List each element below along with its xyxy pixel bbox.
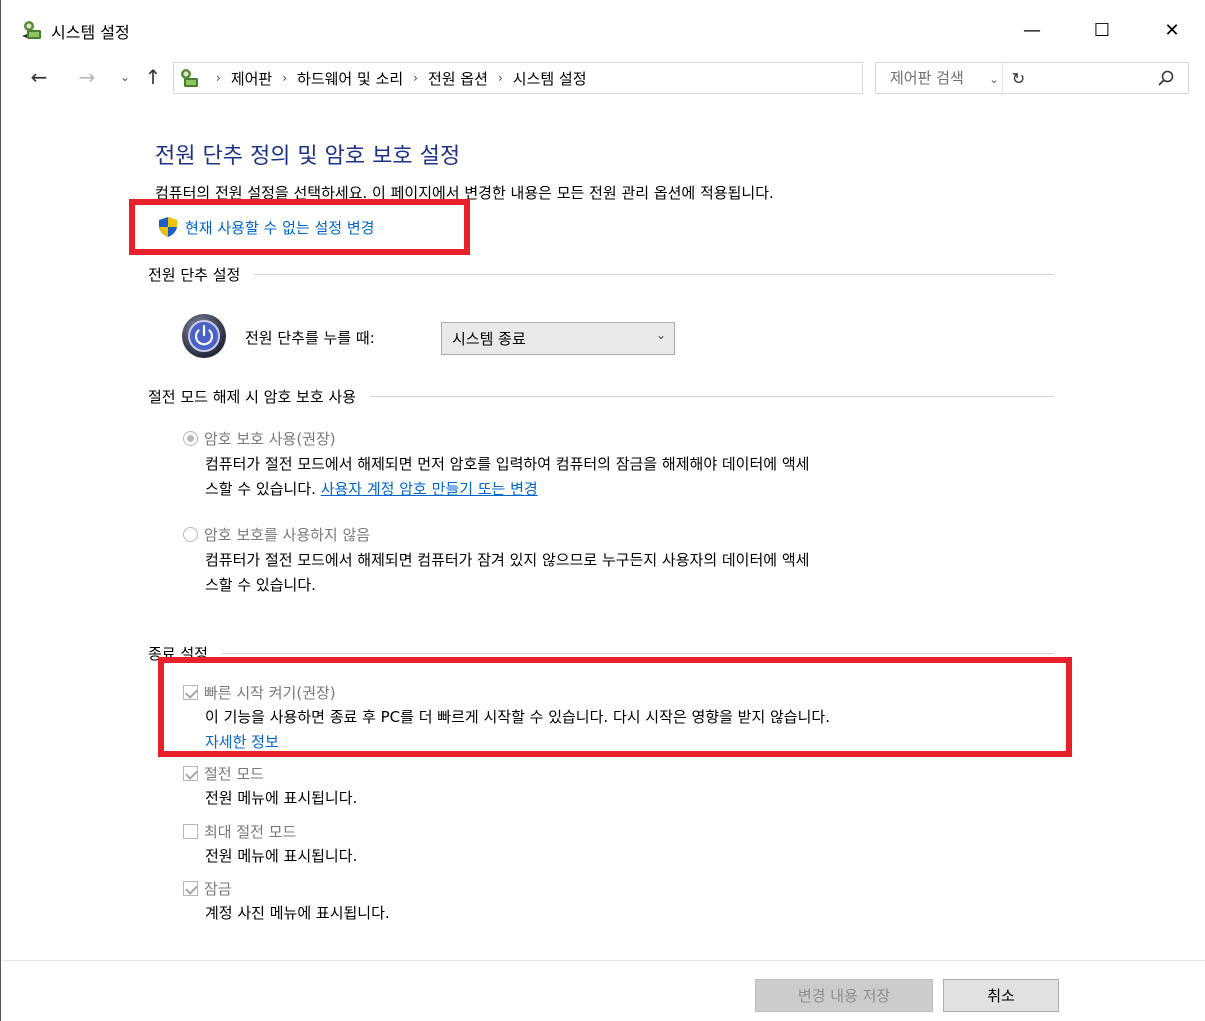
checkbox-label: 절전 모드 (204, 765, 264, 783)
power-button-action-select[interactable]: 시스템 종료 ⌄ (441, 322, 675, 355)
sleep-description: 전원 메뉴에 표시됩니다. (205, 789, 358, 807)
create-password-link[interactable]: 사용자 계정 암호 만들기 또는 변경 (321, 480, 538, 498)
breadcrumb-separator-icon[interactable]: › (498, 71, 503, 85)
section-divider (254, 274, 1054, 275)
radio-selected-icon[interactable] (183, 431, 198, 446)
no-password-description: 컴퓨터가 절전 모드에서 해제되면 컴퓨터가 잠겨 있지 않으므로 누구든지 사… (205, 548, 809, 598)
breadcrumb-power-options[interactable]: 전원 옵션 (428, 68, 488, 89)
lock-checkbox[interactable]: 잠금 (183, 878, 232, 899)
checkbox-checked-icon[interactable] (183, 881, 198, 896)
breadcrumb-control-panel[interactable]: 제어판 (231, 68, 272, 89)
checkbox-label: 잠금 (204, 880, 232, 898)
power-button-section-header: 전원 단추 설정 (148, 264, 1054, 285)
checkbox-checked-icon[interactable] (183, 766, 198, 781)
hibernate-description: 전원 메뉴에 표시됩니다. (205, 847, 358, 865)
back-button[interactable]: ← (27, 64, 51, 90)
checkbox-unchecked-icon[interactable] (183, 824, 198, 839)
search-box[interactable] (875, 62, 1189, 94)
checkbox-label: 최대 절전 모드 (204, 823, 297, 841)
chevron-down-icon: ⌄ (655, 328, 666, 342)
power-button-action-value: 시스템 종료 (452, 330, 526, 348)
description-line: 컴퓨터가 절전 모드에서 해제되면 컴퓨터가 잠겨 있지 않으므로 누구든지 사… (205, 551, 810, 569)
radio-label: 암호 보호를 사용하지 않음 (204, 526, 371, 544)
require-password-description: 컴퓨터가 절전 모드에서 해제되면 먼저 암호를 입력하여 컴퓨터의 잠금을 해… (205, 452, 809, 502)
highlight-box-admin-link (129, 199, 470, 255)
sleep-checkbox[interactable]: 절전 모드 (183, 763, 264, 784)
power-options-app-icon (22, 21, 41, 39)
section-divider (370, 396, 1054, 397)
radio-unselected-icon[interactable] (183, 527, 198, 542)
address-bar[interactable]: › 제어판 › 하드웨어 및 소리 › 전원 옵션 › 시스템 설정 ⌄ ↻ (173, 62, 1025, 94)
section-divider (221, 653, 1054, 654)
cancel-button[interactable]: 취소 (943, 979, 1059, 1012)
control-panel-icon (181, 69, 198, 87)
power-button-icon (182, 314, 226, 358)
minimize-button[interactable]: — (1009, 14, 1055, 46)
close-button[interactable]: ✕ (1149, 14, 1195, 46)
breadcrumb-separator-icon[interactable]: › (216, 71, 221, 85)
require-password-radio[interactable]: 암호 보호 사용(권장) (183, 428, 336, 449)
title-bar: 시스템 설정 — ☐ ✕ (1, 0, 1205, 58)
no-password-radio[interactable]: 암호 보호를 사용하지 않음 (183, 524, 370, 545)
highlight-box-fast-startup (158, 657, 1072, 757)
description-line: 스할 수 있습니다. (205, 576, 316, 594)
recent-locations-button[interactable]: ⌄ (113, 64, 137, 90)
section-label: 절전 모드 해제 시 암호 보호 사용 (148, 388, 357, 406)
control-panel-window: 시스템 설정 — ☐ ✕ ← → ⌄ ↑ › 제어판 › 하드웨어 및 소리 ›… (0, 0, 1205, 1021)
power-button-label: 전원 단추를 누를 때: (245, 329, 375, 347)
lock-description: 계정 사진 메뉴에 표시됩니다. (205, 904, 390, 922)
breadcrumb-separator-icon[interactable]: › (282, 71, 287, 85)
description-text: 스할 수 있습니다. (205, 480, 316, 498)
footer-divider (1, 960, 1205, 961)
forward-button[interactable]: → (75, 64, 99, 90)
description-line: 스할 수 있습니다. 사용자 계정 암호 만들기 또는 변경 (205, 477, 809, 502)
up-button[interactable]: ↑ (141, 64, 165, 90)
maximize-button[interactable]: ☐ (1079, 14, 1125, 46)
breadcrumb-separator-icon[interactable]: › (413, 71, 418, 85)
search-input[interactable] (890, 67, 1150, 89)
main-content: 전원 단추 정의 및 암호 보호 설정 컴퓨터의 전원 설정을 선택하세요. 이… (1, 98, 1205, 958)
wake-password-section-header: 절전 모드 해제 시 암호 보호 사용 (148, 386, 1054, 407)
radio-label: 암호 보호 사용(권장) (204, 430, 336, 448)
breadcrumb-hardware-sound[interactable]: 하드웨어 및 소리 (297, 68, 403, 89)
section-label: 전원 단추 설정 (148, 266, 241, 284)
hibernate-checkbox[interactable]: 최대 절전 모드 (183, 821, 296, 842)
search-icon[interactable] (1156, 68, 1176, 88)
save-changes-button[interactable]: 변경 내용 저장 (755, 979, 933, 1012)
breadcrumb-system-settings[interactable]: 시스템 설정 (513, 68, 587, 89)
window-title: 시스템 설정 (51, 23, 130, 42)
page-title: 전원 단추 정의 및 암호 보호 설정 (155, 144, 461, 169)
description-line: 컴퓨터가 절전 모드에서 해제되면 먼저 암호를 입력하여 컴퓨터의 잠금을 해… (205, 455, 810, 473)
navigation-bar: ← → ⌄ ↑ › 제어판 › 하드웨어 및 소리 › 전원 옵션 › 시스템 … (1, 58, 1205, 98)
